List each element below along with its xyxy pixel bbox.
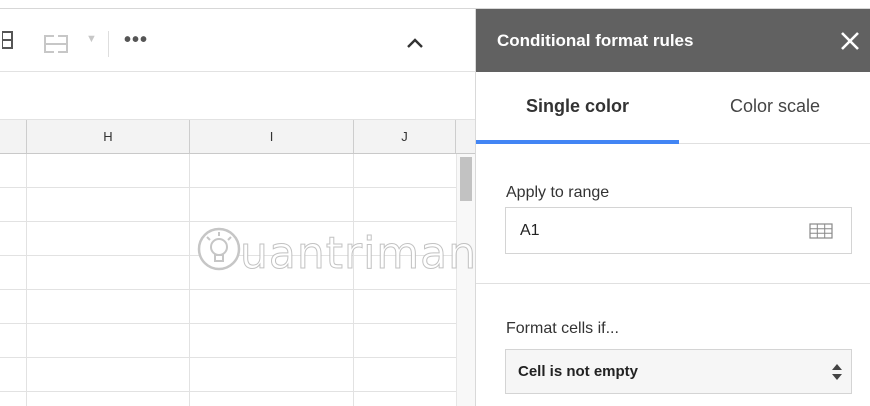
apply-range-label: Apply to range xyxy=(506,184,610,201)
condition-select-value: Cell is not empty xyxy=(518,363,639,380)
condition-select[interactable]: Cell is not empty xyxy=(505,349,852,394)
table-row[interactable] xyxy=(0,256,456,290)
tab-single-color[interactable]: Single color xyxy=(476,72,679,143)
panel-header: Conditional format rules xyxy=(476,9,870,72)
range-value: A1 xyxy=(520,222,540,239)
table-row[interactable] xyxy=(0,154,456,188)
spreadsheet-area: ▼ ••• H I J xyxy=(0,9,475,406)
panel-title: Conditional format rules xyxy=(497,31,694,50)
grid-line xyxy=(189,154,190,406)
borders-icon[interactable] xyxy=(1,30,14,55)
row-header-corner[interactable] xyxy=(0,120,27,153)
range-input[interactable]: A1 xyxy=(505,207,852,254)
close-icon[interactable] xyxy=(840,31,860,51)
toolbar-divider xyxy=(108,31,109,57)
toolbar: ▼ ••• xyxy=(0,9,475,72)
format-cells-label: Format cells if... xyxy=(506,320,619,337)
column-header-i[interactable]: I xyxy=(190,120,354,153)
apply-range-section: Apply to range A1 xyxy=(476,144,870,284)
table-row[interactable] xyxy=(0,290,456,324)
column-headers: H I J xyxy=(0,120,475,154)
tab-color-scale[interactable]: Color scale xyxy=(679,72,870,143)
table-row[interactable] xyxy=(0,222,456,256)
vertical-scrollbar[interactable] xyxy=(456,154,475,406)
cell-grid[interactable] xyxy=(0,154,456,406)
grid-line xyxy=(353,154,354,406)
formula-bar[interactable] xyxy=(0,72,475,120)
collapse-icon[interactable] xyxy=(406,36,424,50)
more-icon[interactable]: ••• xyxy=(124,29,148,52)
grid-line xyxy=(26,154,27,406)
window-top-edge xyxy=(0,0,870,9)
format-tabs: Single color Color scale xyxy=(476,72,870,144)
table-row[interactable] xyxy=(0,324,456,358)
select-arrows-icon xyxy=(831,361,843,383)
table-row[interactable] xyxy=(0,188,456,222)
table-row[interactable] xyxy=(0,358,456,392)
scrollbar-thumb[interactable] xyxy=(460,157,472,201)
conditional-format-panel: Conditional format rules Single color Co… xyxy=(475,9,870,406)
column-header-h[interactable]: H xyxy=(27,120,190,153)
chevron-down-icon[interactable]: ▼ xyxy=(86,33,97,45)
column-header-j[interactable]: J xyxy=(354,120,456,153)
select-range-icon[interactable] xyxy=(809,223,833,239)
merge-cells-icon[interactable] xyxy=(44,35,68,53)
